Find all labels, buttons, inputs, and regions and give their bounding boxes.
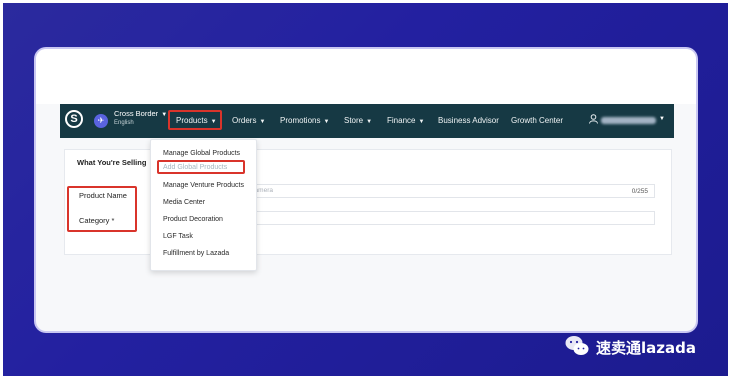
plane-icon: ✈: [94, 114, 108, 128]
menu-item-product-decoration[interactable]: Product Decoration: [163, 216, 223, 223]
nav-orders[interactable]: Orders ▼: [232, 116, 265, 125]
product-name-input[interactable]: al Camera 0/255: [217, 184, 655, 198]
caret-down-icon: ▼: [418, 119, 425, 125]
caret-down-icon: ▼: [259, 119, 266, 125]
product-name-label: Product Name: [79, 191, 127, 200]
card-header-space: [36, 49, 696, 104]
user-icon[interactable]: [589, 114, 598, 126]
caret-down-icon: ▼: [161, 112, 168, 118]
top-navbar: S ✈ Cross Border ▼ English Products ▼ Orde…: [60, 104, 674, 138]
cross-border-label: Cross Border: [114, 109, 159, 118]
menu-item-media-center[interactable]: Media Center: [163, 199, 205, 206]
seller-center-logo-icon[interactable]: S: [65, 110, 83, 128]
section-title: What You're Selling: [77, 158, 147, 167]
caret-down-icon: ▼: [323, 119, 330, 125]
cross-border-switcher[interactable]: Cross Border ▼ English: [114, 109, 167, 126]
nav-finance-label: Finance: [387, 116, 416, 125]
nav-store[interactable]: Store ▼: [344, 116, 372, 125]
nav-growth-center[interactable]: Growth Center: [511, 116, 563, 125]
menu-item-add-global-products[interactable]: Add Global Products: [163, 164, 227, 171]
caret-down-icon: ▼: [366, 119, 373, 125]
nav-business-advisor-label: Business Advisor: [438, 116, 499, 125]
menu-item-lgf-task[interactable]: LGF Task: [163, 233, 193, 240]
wechat-icon: [565, 335, 589, 357]
caret-down-icon: ▼: [659, 116, 665, 122]
language-label: English: [114, 120, 134, 126]
menu-item-fulfillment-by-lazada[interactable]: Fulfillment by Lazada: [163, 250, 229, 257]
nav-business-advisor[interactable]: Business Advisor: [438, 116, 499, 125]
category-input[interactable]: [217, 211, 655, 225]
nav-promotions-label: Promotions: [280, 116, 321, 125]
nav-store-label: Store: [344, 116, 364, 125]
nav-growth-center-label: Growth Center: [511, 116, 564, 125]
nav-finance[interactable]: Finance ▼: [387, 116, 424, 125]
category-label: Category *: [79, 216, 115, 225]
nav-orders-label: Orders: [232, 116, 257, 125]
blurred-account-name[interactable]: [601, 117, 656, 124]
watermark-text: 速卖通lazada: [596, 339, 696, 357]
nav-products[interactable]: Products ▼: [176, 116, 217, 125]
screenshot-card: S ✈ Cross Border ▼ English Products ▼ Orde…: [36, 49, 696, 331]
nav-promotions[interactable]: Promotions ▼: [280, 116, 329, 125]
nav-products-label: Products: [176, 116, 208, 125]
menu-item-manage-venture-products[interactable]: Manage Venture Products: [163, 182, 244, 189]
products-dropdown-menu: Manage Global Products Add Global Produc…: [150, 139, 257, 271]
menu-item-manage-global-products[interactable]: Manage Global Products: [163, 150, 240, 157]
caret-down-icon: ▼: [210, 119, 217, 125]
char-counter: 0/255: [631, 188, 648, 195]
